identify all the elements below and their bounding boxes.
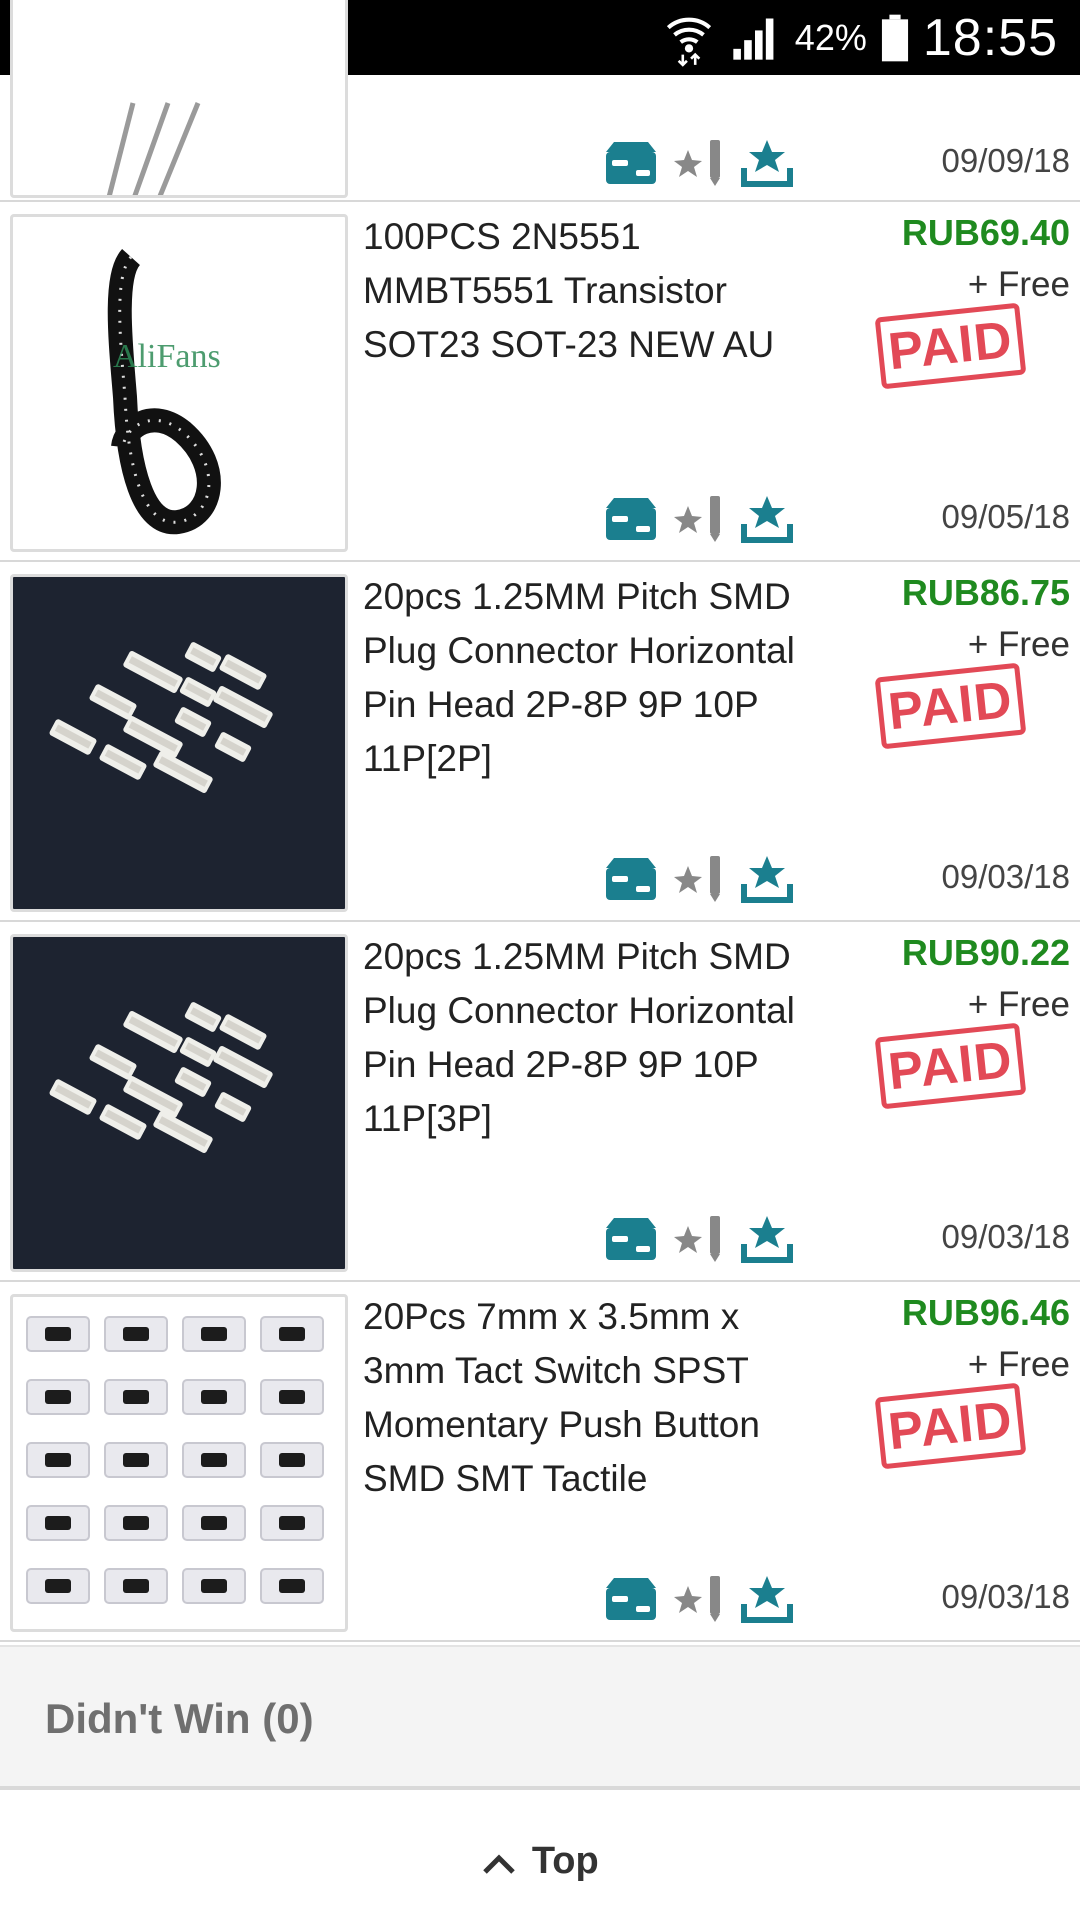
order-list: 09/09/18 AliFans 100PCS 2N5551 MMBT5551 …	[0, 0, 1080, 1642]
thumbnail-watermark: AliFans	[113, 338, 221, 375]
product-thumbnail[interactable]	[10, 1294, 348, 1632]
order-actions	[602, 854, 794, 909]
paid-stamp: PAID	[874, 1022, 1027, 1110]
tape-reel-thumbnail: AliFans	[107, 248, 221, 535]
package-tracking-icon[interactable]	[602, 854, 660, 909]
leave-feedback-icon[interactable]	[674, 1214, 726, 1269]
paid-stamp: PAID	[874, 1382, 1027, 1470]
product-thumbnail[interactable]	[10, 0, 348, 198]
shipping-label: + Free	[967, 265, 1070, 304]
order-item[interactable]: 20Pcs 7mm x 3.5mm x 3mm Tact Switch SPST…	[0, 1282, 1080, 1642]
order-item[interactable]: 20pcs 1.25MM Pitch SMD Plug Connector Ho…	[0, 562, 1080, 922]
clock: 18:55	[922, 8, 1058, 67]
battery-percent: 42%	[794, 16, 867, 58]
package-tracking-icon[interactable]	[602, 1214, 660, 1269]
battery-icon	[881, 14, 908, 61]
order-price: RUB86.75	[901, 572, 1070, 613]
chevron-up-icon	[483, 1854, 516, 1874]
leave-feedback-icon[interactable]	[674, 854, 726, 909]
didnt-win-section[interactable]: Didn't Win (0)	[0, 1645, 1080, 1790]
shipping-label: + Free	[967, 985, 1070, 1024]
order-actions	[602, 1574, 794, 1629]
package-tracking-icon[interactable]	[602, 138, 660, 193]
download-icon[interactable]	[740, 494, 794, 549]
order-date: 09/03/18	[941, 1218, 1070, 1255]
switches-thumbnail	[26, 1316, 324, 1604]
download-icon[interactable]	[740, 1214, 794, 1269]
order-item[interactable]: AliFans 100PCS 2N5551 MMBT5551 Transisto…	[0, 202, 1080, 562]
product-thumbnail[interactable]	[10, 934, 348, 1272]
order-price: RUB90.22	[901, 932, 1070, 973]
product-thumbnail[interactable]	[10, 574, 348, 912]
product-thumbnail[interactable]: AliFans	[10, 214, 348, 552]
back-to-top-link[interactable]: Top	[0, 1840, 1080, 1883]
package-tracking-icon[interactable]	[602, 494, 660, 549]
shipping-label: + Free	[967, 625, 1070, 664]
order-actions	[602, 1214, 794, 1269]
paid-stamp: PAID	[874, 662, 1027, 750]
paid-stamp: PAID	[874, 302, 1027, 390]
connectors-thumbnail	[49, 642, 273, 793]
order-actions	[602, 494, 794, 549]
order-item[interactable]: 09/09/18	[0, 0, 1080, 202]
signal-icon	[733, 18, 774, 60]
order-date: 09/03/18	[941, 1578, 1070, 1615]
order-date: 09/03/18	[941, 858, 1070, 895]
order-price: RUB69.40	[901, 212, 1070, 253]
order-title[interactable]: 20Pcs 7mm x 3.5mm x 3mm Tact Switch SPST…	[363, 1290, 803, 1506]
download-icon[interactable]	[740, 1574, 794, 1629]
connectors-thumbnail	[49, 1002, 273, 1153]
package-tracking-icon[interactable]	[602, 1574, 660, 1629]
wifi-icon	[666, 17, 711, 67]
leave-feedback-icon[interactable]	[674, 494, 726, 549]
order-title[interactable]: 100PCS 2N5551 MMBT5551 Transistor SOT23 …	[363, 210, 803, 372]
wires-thumbnail	[106, 102, 201, 195]
didnt-win-label[interactable]: Didn't Win (0)	[45, 1695, 314, 1743]
download-icon[interactable]	[740, 138, 794, 193]
order-date: 09/09/18	[941, 142, 1070, 179]
download-icon[interactable]	[740, 854, 794, 909]
back-to-top-label[interactable]: Top	[532, 1840, 599, 1882]
order-title[interactable]: 20pcs 1.25MM Pitch SMD Plug Connector Ho…	[363, 570, 803, 786]
leave-feedback-icon[interactable]	[674, 1574, 726, 1629]
order-actions	[602, 138, 794, 193]
order-title[interactable]: 20pcs 1.25MM Pitch SMD Plug Connector Ho…	[363, 930, 803, 1146]
shipping-label: + Free	[967, 1345, 1070, 1384]
order-price: RUB96.46	[901, 1292, 1070, 1333]
order-item[interactable]: 20pcs 1.25MM Pitch SMD Plug Connector Ho…	[0, 922, 1080, 1282]
leave-feedback-icon[interactable]	[674, 138, 726, 193]
order-date: 09/05/18	[941, 498, 1070, 535]
